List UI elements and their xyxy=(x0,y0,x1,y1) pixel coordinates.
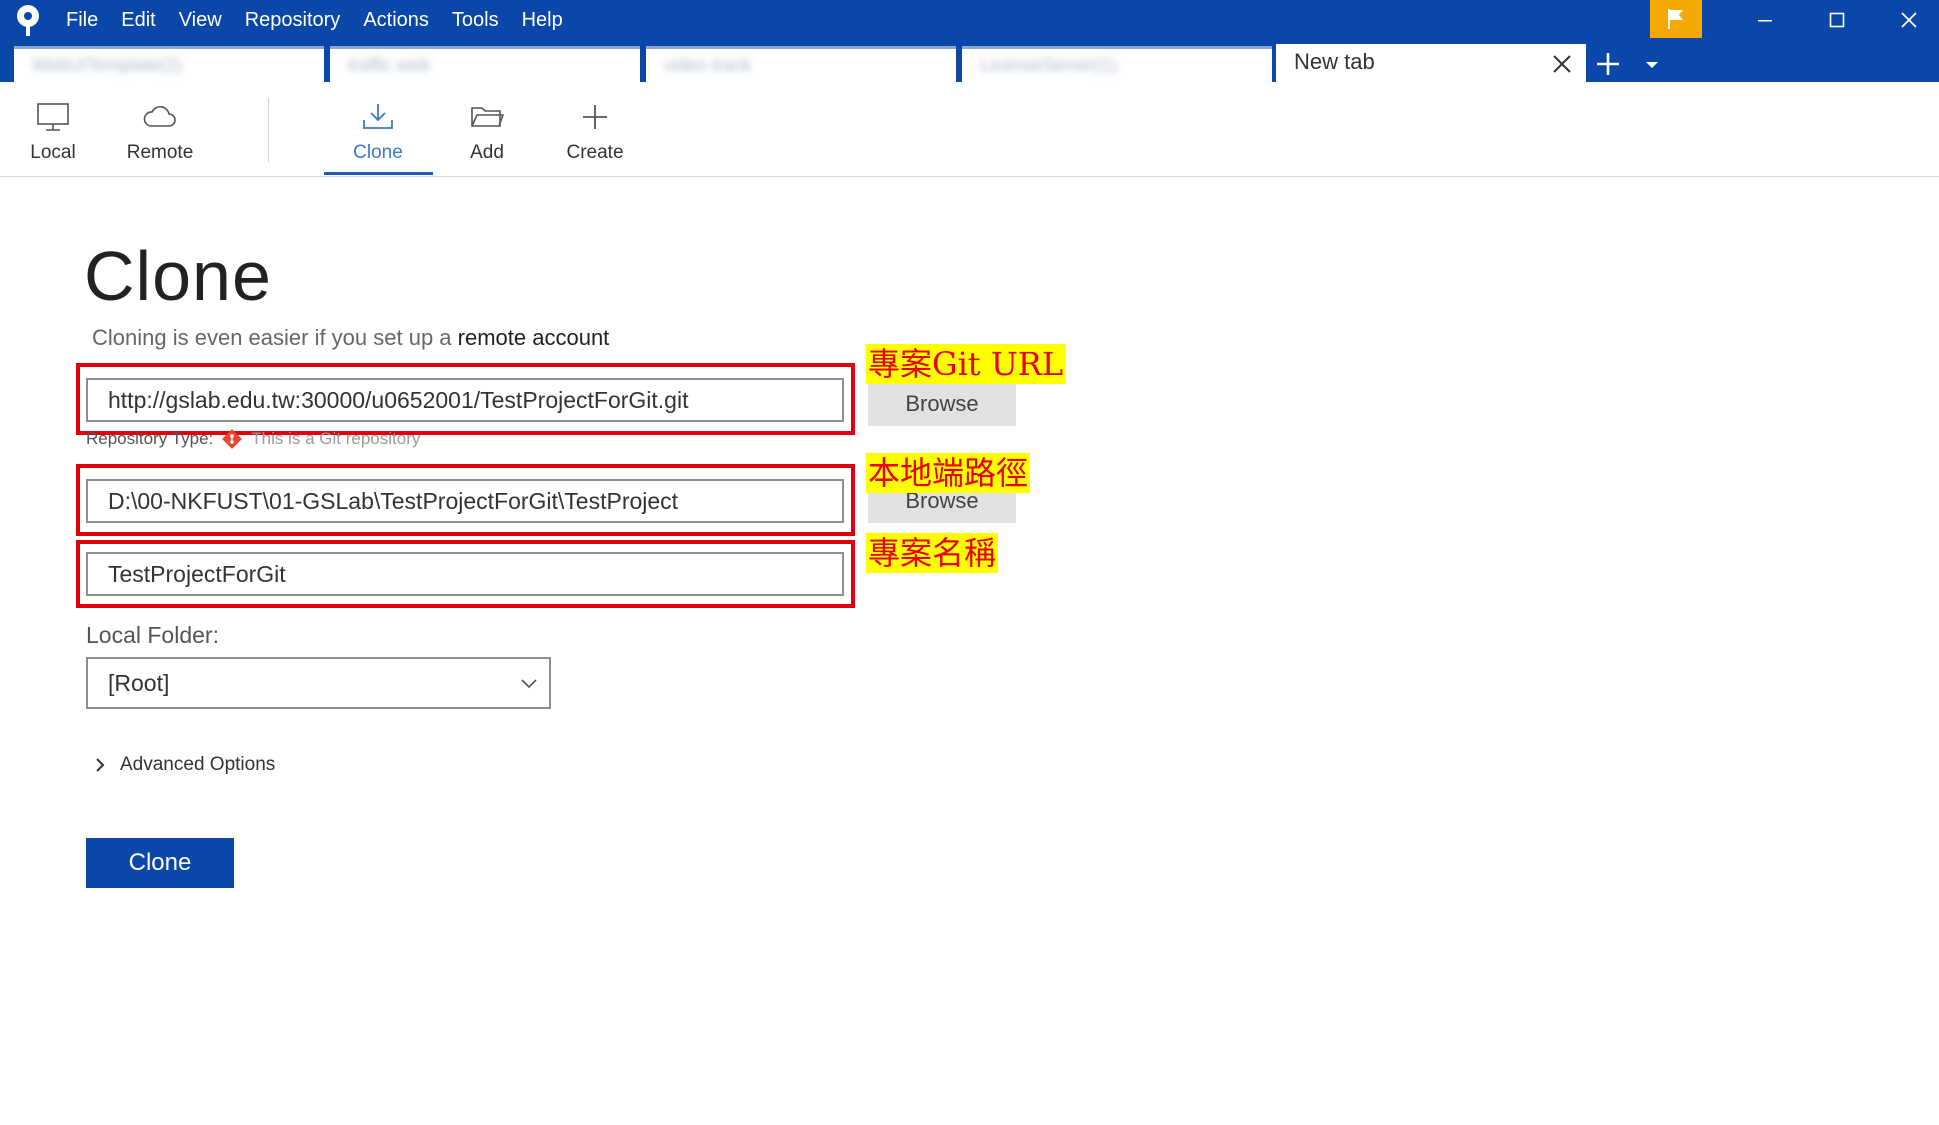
local-folder-label: Local Folder: xyxy=(86,622,219,648)
destination-path-input[interactable]: D:\00-NKFUST\01-GSLab\TestProjectForGit\… xyxy=(86,479,844,523)
toolbar-clone-label: Clone xyxy=(353,142,403,163)
path-annotation: 本地端路徑 xyxy=(866,453,1031,493)
advanced-options-label: Advanced Options xyxy=(120,754,276,775)
tab-new[interactable]: New tab xyxy=(1276,44,1586,82)
tab-label: video track xyxy=(664,55,752,75)
menu-edit[interactable]: Edit xyxy=(121,9,155,32)
toolbar-local-button[interactable]: Local xyxy=(22,82,84,176)
close-window-button[interactable] xyxy=(1880,0,1938,40)
url-browse-button[interactable]: Browse xyxy=(868,382,1016,426)
name-annotation: 專案名稱 xyxy=(866,533,999,573)
flag-icon xyxy=(1668,9,1683,29)
tab-repo-3[interactable]: video track xyxy=(646,46,956,82)
toolbar-remote-label: Remote xyxy=(126,142,194,163)
git-icon xyxy=(222,429,243,449)
toolbar xyxy=(0,82,1939,177)
clone-button[interactable]: Clone xyxy=(86,838,234,888)
toolbar-add-button[interactable]: Add xyxy=(459,82,515,176)
repo-type-note: This is a Git repository xyxy=(251,429,421,448)
toolbar-add-label: Add xyxy=(470,142,504,163)
chevron-right-icon xyxy=(96,758,105,772)
new-tab-button[interactable] xyxy=(1594,48,1622,80)
url-annotation: 專案Git URL xyxy=(866,344,1066,384)
toolbar-separator xyxy=(268,98,269,162)
title-bar: File Edit View Repository Actions Tools … xyxy=(0,0,1939,82)
cloud-icon xyxy=(143,106,176,127)
notification-flag-button[interactable] xyxy=(1650,0,1702,38)
menu-help[interactable]: Help xyxy=(522,9,563,32)
tab-dropdown-icon[interactable] xyxy=(1643,56,1661,74)
repository-type: Repository Type: This is a Git repositor… xyxy=(86,428,420,450)
toolbar-clone-button[interactable]: Clone xyxy=(345,82,411,176)
chevron-down-icon xyxy=(521,679,537,689)
page-title: Clone xyxy=(84,237,272,315)
tab-repo-2[interactable]: traffic web xyxy=(330,46,640,82)
minimize-icon xyxy=(1758,20,1772,22)
sourcetree-logo-icon xyxy=(17,5,39,36)
toolbar-local-label: Local xyxy=(30,142,76,163)
plus-icon xyxy=(583,105,607,129)
tab-repo-4[interactable]: LicenseServer(1) xyxy=(962,46,1272,82)
monitor-icon xyxy=(37,103,69,131)
plus-icon xyxy=(1597,53,1619,75)
source-url-input[interactable]: http://gslab.edu.tw:30000/u0652001/TestP… xyxy=(86,378,844,422)
menu-repository[interactable]: Repository xyxy=(245,9,341,32)
subtitle: Cloning is even easier if you set up a r… xyxy=(92,325,609,351)
menu-bar: File Edit View Repository Actions Tools … xyxy=(66,0,586,40)
tab-repo-1[interactable]: WebUITemplate(2) xyxy=(14,46,324,82)
local-folder-value: [Root] xyxy=(108,670,170,696)
toolbar-create-label: Create xyxy=(566,142,624,163)
download-icon xyxy=(363,104,393,129)
tab-new-label: New tab xyxy=(1294,49,1375,74)
active-tool-indicator xyxy=(324,172,433,175)
minimize-button[interactable] xyxy=(1736,0,1794,40)
close-icon xyxy=(1901,12,1917,28)
menu-file[interactable]: File xyxy=(66,9,98,32)
menu-tools[interactable]: Tools xyxy=(452,9,499,32)
maximize-icon xyxy=(1829,12,1845,28)
subtitle-text: Cloning is even easier if you set up a xyxy=(92,325,458,350)
menu-actions[interactable]: Actions xyxy=(363,9,429,32)
repository-name-input[interactable]: TestProjectForGit xyxy=(86,552,844,596)
menu-view[interactable]: View xyxy=(179,9,222,32)
remote-account-link[interactable]: remote account xyxy=(458,325,610,350)
tab-label: traffic web xyxy=(348,55,430,75)
advanced-options-toggle[interactable]: Advanced Options xyxy=(94,754,275,776)
toolbar-create-button[interactable]: Create xyxy=(560,82,630,176)
tab-label: WebUITemplate(2) xyxy=(32,55,182,75)
toolbar-remote-button[interactable]: Remote xyxy=(120,82,200,176)
local-folder-select[interactable]: [Root] xyxy=(86,657,551,709)
tab-close-icon[interactable] xyxy=(1550,52,1574,76)
folder-icon xyxy=(471,107,504,127)
tab-label: LicenseServer(1) xyxy=(980,55,1118,75)
maximize-button[interactable] xyxy=(1808,0,1866,40)
repo-type-label: Repository Type: xyxy=(86,429,214,448)
